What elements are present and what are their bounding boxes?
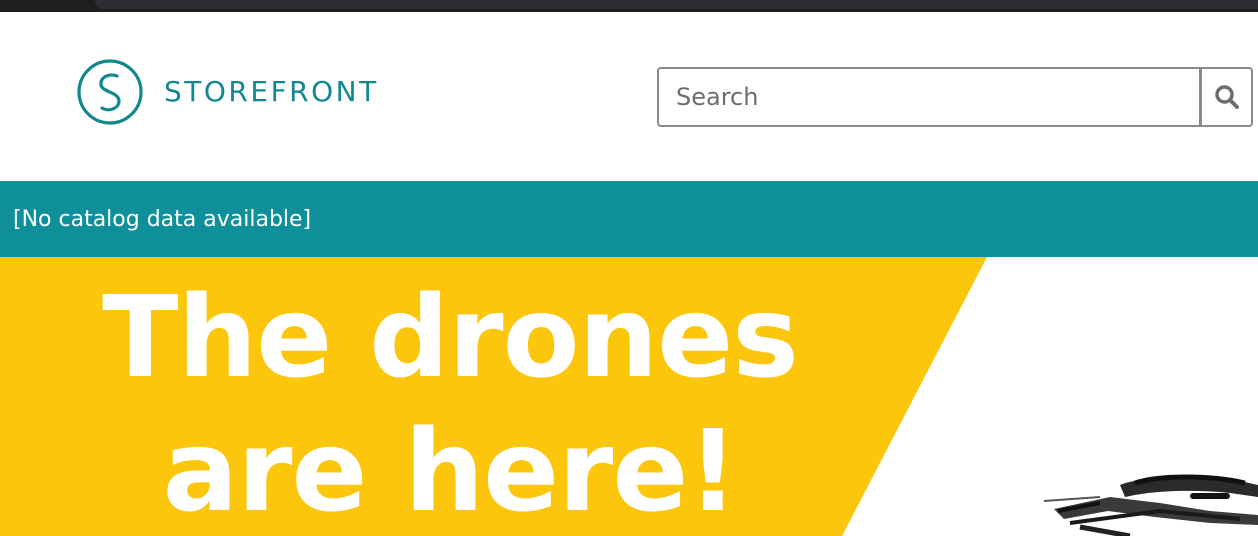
catalog-nav-bar: [No catalog data available]: [0, 181, 1258, 257]
storefront-logo-icon: [77, 59, 143, 125]
hero-banner[interactable]: The drones are here!: [0, 257, 1258, 536]
browser-address-bar-edge: [95, 0, 1258, 9]
site-header: STOREFRONT: [0, 12, 1258, 181]
search-form: [657, 67, 1253, 127]
storefront-logo[interactable]: STOREFRONT: [76, 58, 379, 126]
drone-image: [1043, 474, 1258, 536]
search-icon: [1214, 85, 1239, 109]
search-input[interactable]: [657, 67, 1199, 127]
logo-text: STOREFRONT: [164, 75, 379, 108]
hero-heading: The drones are here!: [0, 271, 900, 536]
hero-heading-line-1: The drones: [102, 273, 799, 403]
search-button[interactable]: [1199, 67, 1253, 127]
browser-chrome-strip: [0, 0, 1258, 12]
no-catalog-message: [No catalog data available]: [13, 206, 312, 232]
hero-heading-line-2: are here!: [162, 407, 739, 536]
